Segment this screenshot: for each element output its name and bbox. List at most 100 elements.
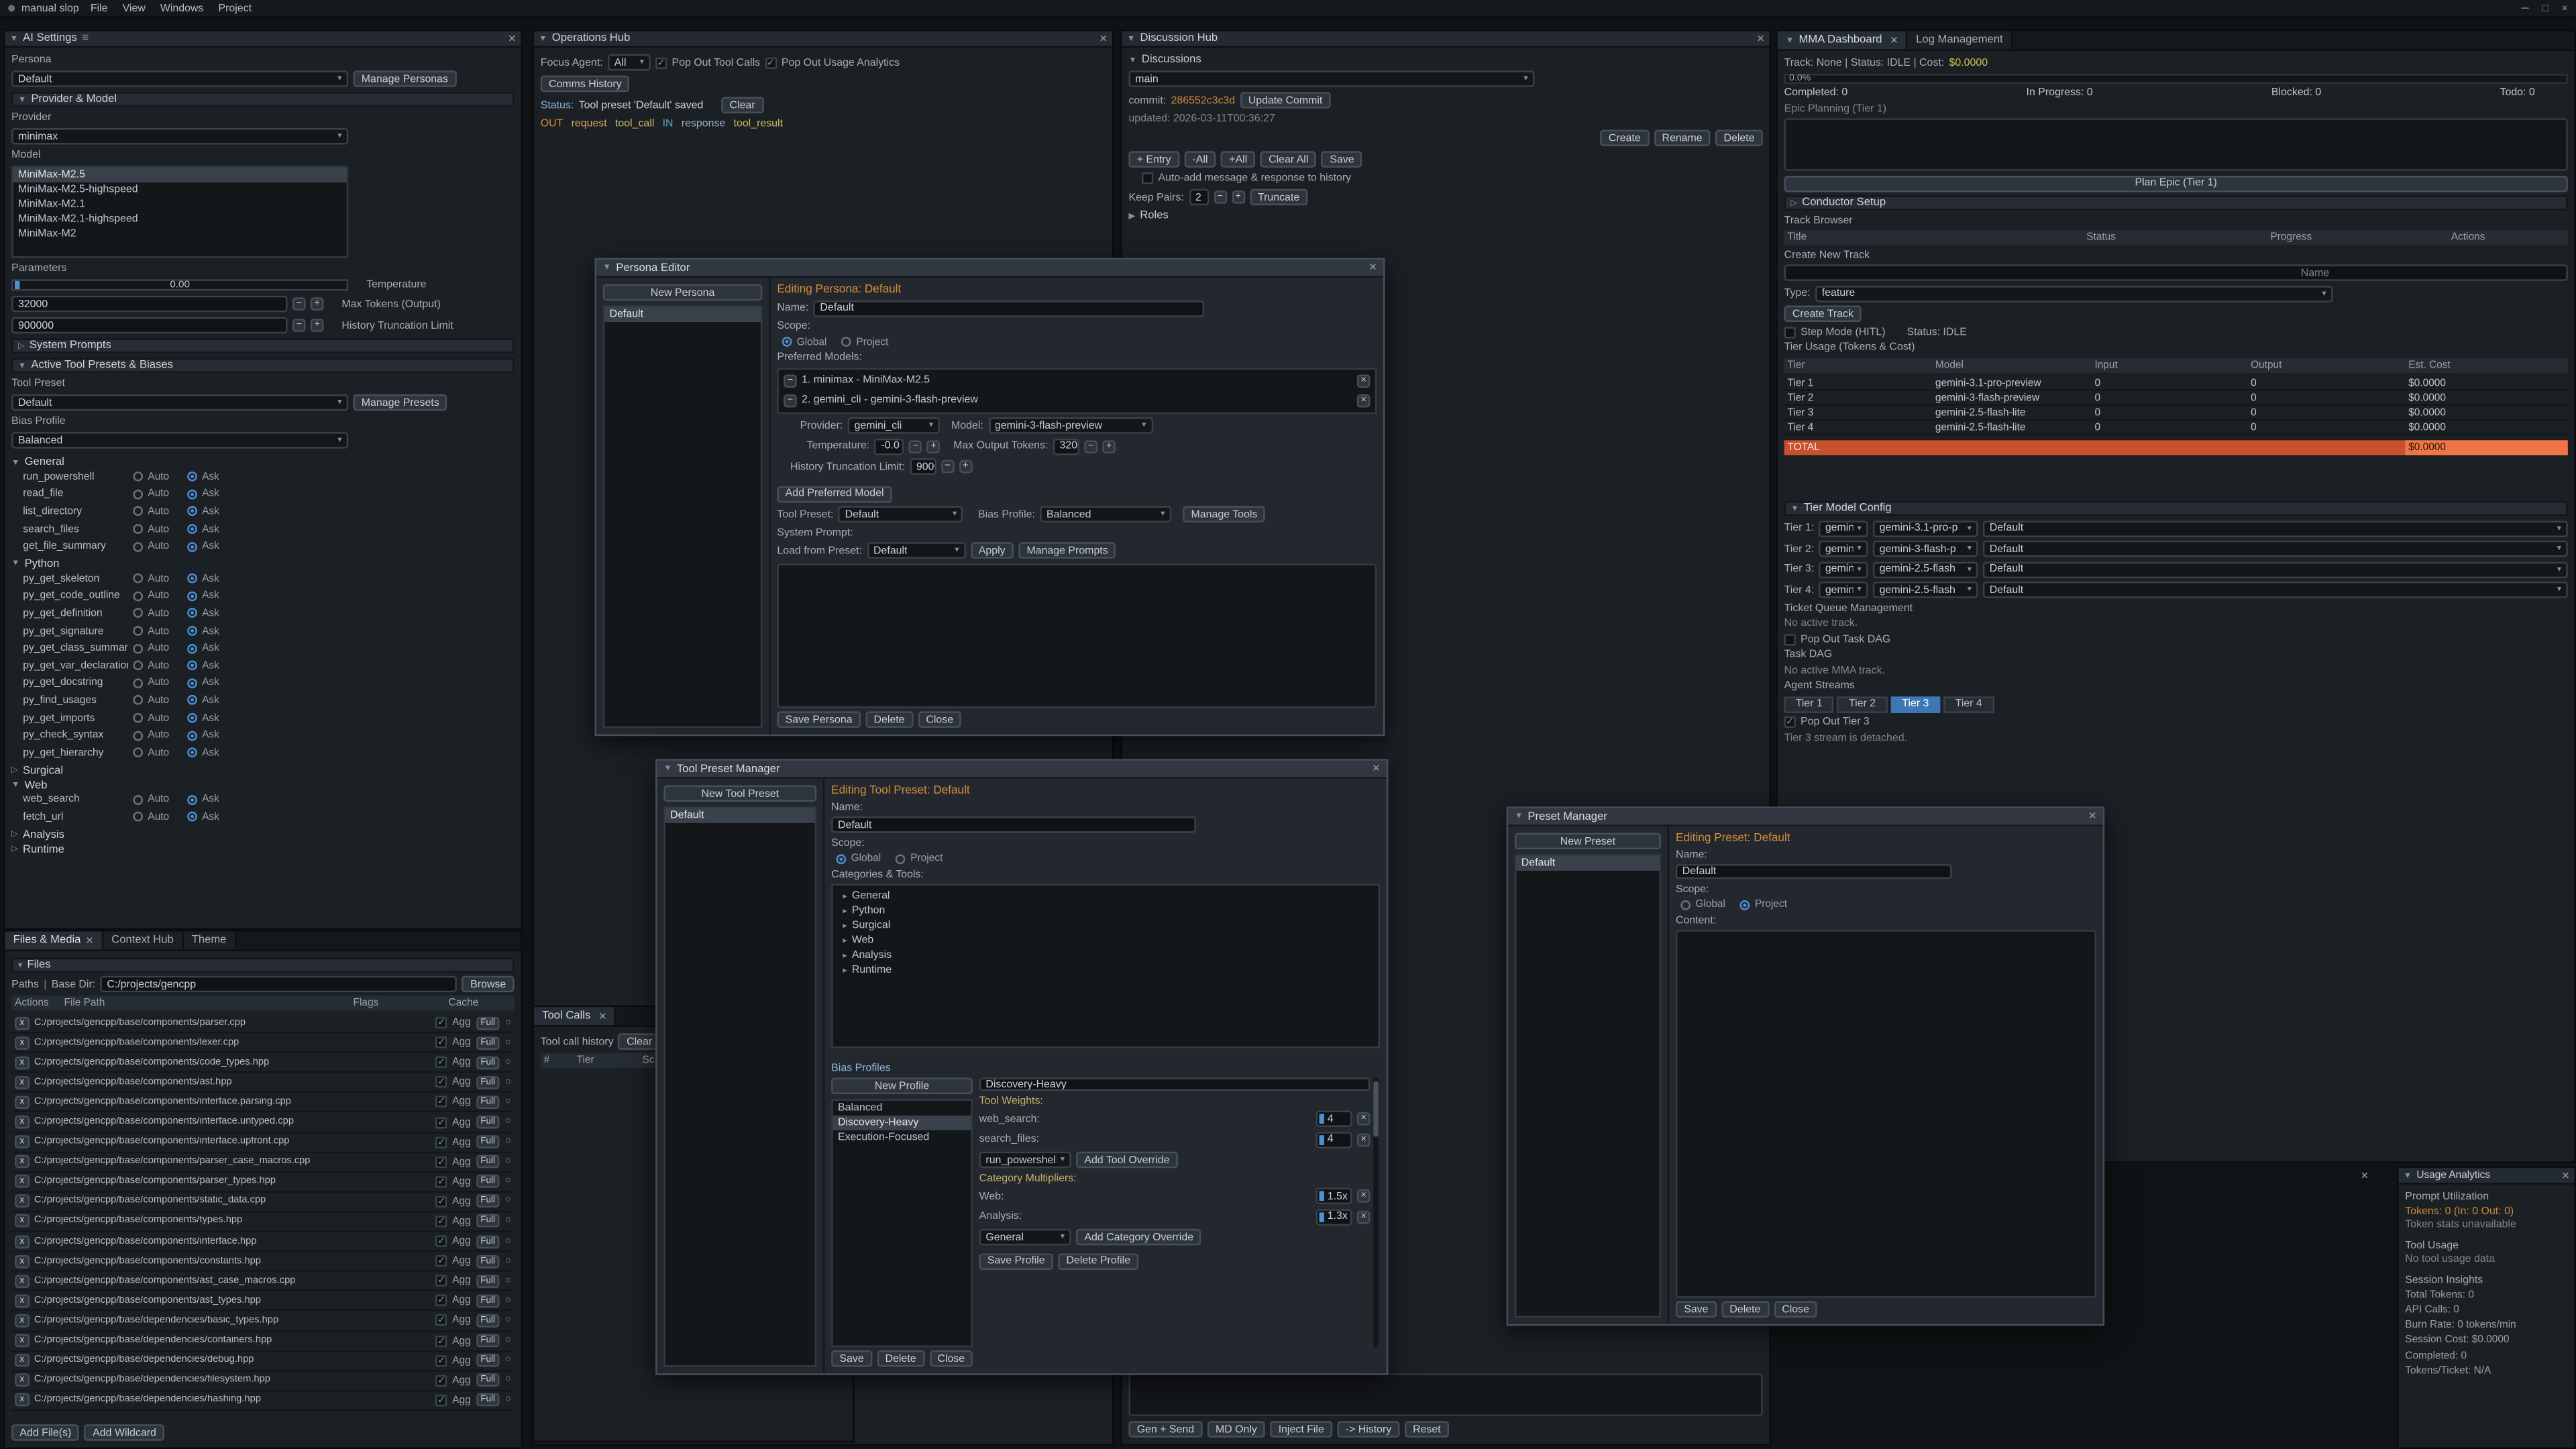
manage-personas-button[interactable]: Manage Personas xyxy=(354,70,457,87)
remove-file-button[interactable]: x xyxy=(15,1334,29,1348)
full-button[interactable]: Full xyxy=(476,1095,500,1109)
epic-planning-input[interactable] xyxy=(1784,118,2568,170)
remove-file-button[interactable]: x xyxy=(15,1254,29,1268)
delete-tool-preset-button[interactable]: Delete xyxy=(877,1350,924,1366)
auto-radio[interactable] xyxy=(133,643,143,653)
preset-name-input[interactable]: Default xyxy=(1676,864,1951,879)
menu-windows[interactable]: Windows xyxy=(156,3,209,14)
dialog-header[interactable]: ▼ Tool Preset Manager × xyxy=(657,761,1387,779)
full-button[interactable]: Full xyxy=(476,1116,500,1129)
persona-name-input[interactable]: Default xyxy=(814,300,1205,316)
tier-preset-select[interactable]: Default▾ xyxy=(1983,541,2568,557)
new-preset-button[interactable]: New Preset xyxy=(1515,833,1661,849)
tool-group-general[interactable]: ▼General xyxy=(11,457,514,468)
category-web[interactable]: ▸Web xyxy=(837,933,1375,948)
increment-button[interactable]: + xyxy=(1232,191,1245,204)
save-persona-button[interactable]: Save Persona xyxy=(777,711,861,727)
auto-radio[interactable] xyxy=(133,696,143,706)
ask-radio[interactable] xyxy=(187,643,197,653)
tab-log-management[interactable]: Log Management xyxy=(1908,32,2013,50)
pop-out-usage-checkbox[interactable]: ✓ xyxy=(765,56,776,68)
discussions-section[interactable]: ▼Discussions xyxy=(1128,54,1762,66)
profile-item[interactable]: Discovery-Heavy xyxy=(833,1116,971,1130)
preset-item[interactable]: Default xyxy=(1516,856,1659,871)
increment-button[interactable]: + xyxy=(311,319,324,332)
remove-file-button[interactable]: x xyxy=(15,1155,29,1169)
max-tokens-input[interactable]: 32000 xyxy=(11,296,287,312)
ask-radio[interactable] xyxy=(187,678,197,688)
ask-radio[interactable] xyxy=(187,574,197,584)
auto-radio[interactable] xyxy=(133,748,143,758)
profile-item[interactable]: Balanced xyxy=(833,1101,971,1116)
update-commit-button[interactable]: Update Commit xyxy=(1240,92,1330,108)
category-analysis[interactable]: ▸Analysis xyxy=(837,948,1375,963)
auto-radio[interactable] xyxy=(133,812,143,822)
entry-button-save[interactable]: Save xyxy=(1322,151,1362,167)
save-profile-button[interactable]: Save Profile xyxy=(979,1252,1053,1269)
entry-button--entry[interactable]: + Entry xyxy=(1128,151,1179,167)
provider-model-section[interactable]: ▼Provider & Model xyxy=(11,92,514,107)
full-button[interactable]: Full xyxy=(476,1334,500,1348)
preset-content-input[interactable] xyxy=(1676,930,2096,1297)
full-button[interactable]: Full xyxy=(476,1235,500,1248)
persona-item[interactable]: Default xyxy=(604,307,761,322)
agg-checkbox[interactable]: ✓ xyxy=(436,1116,447,1128)
save-tool-preset-button[interactable]: Save xyxy=(831,1350,872,1366)
ask-radio[interactable] xyxy=(187,472,197,482)
full-button[interactable]: Full xyxy=(476,1275,500,1288)
keep-pairs-input[interactable]: 2 xyxy=(1189,189,1208,205)
ask-radio[interactable] xyxy=(187,696,197,706)
full-button[interactable]: Full xyxy=(476,1155,500,1169)
close-icon[interactable]: × xyxy=(2562,1169,2569,1182)
agg-checkbox[interactable]: ✓ xyxy=(436,1375,447,1386)
close-button[interactable]: Close xyxy=(929,1350,973,1366)
remove-file-button[interactable]: x xyxy=(15,1294,29,1307)
clear-status-button[interactable]: Clear xyxy=(721,97,763,113)
menu-view[interactable]: View xyxy=(117,3,150,14)
agg-checkbox[interactable]: ✓ xyxy=(436,1176,447,1187)
auto-radio[interactable] xyxy=(133,626,143,636)
auto-radio[interactable] xyxy=(133,506,143,517)
tier-model-select[interactable]: gemini-3-flash-p▾ xyxy=(1873,541,1978,557)
entry-button--all[interactable]: -All xyxy=(1184,151,1216,167)
auto-radio[interactable] xyxy=(133,713,143,723)
remove-icon[interactable]: × xyxy=(1357,1133,1371,1146)
agg-checkbox[interactable]: ✓ xyxy=(436,1057,447,1068)
close-icon[interactable]: × xyxy=(508,32,516,46)
delete-button[interactable]: Delete xyxy=(1715,129,1763,146)
tier-preset-select[interactable]: Default▾ xyxy=(1983,561,2568,577)
model-option[interactable]: MiniMax-M2.5 xyxy=(13,168,347,182)
add-tool-override-button[interactable]: Add Tool Override xyxy=(1076,1152,1178,1168)
entry-button-clear-all[interactable]: Clear All xyxy=(1260,151,1317,167)
tier-model-select[interactable]: gemini-2.5-flash▾ xyxy=(1873,582,1978,598)
category-general[interactable]: ▸General xyxy=(837,889,1375,904)
close-button[interactable]: Close xyxy=(1774,1301,1817,1318)
maximize-icon[interactable]: □ xyxy=(2542,3,2548,14)
decrement-button[interactable]: − xyxy=(909,439,922,453)
collapse-icon[interactable]: ▼ xyxy=(10,34,18,44)
ask-radio[interactable] xyxy=(187,541,197,551)
tab-mma-dashboard[interactable]: ▼ MMA Dashboard × xyxy=(1778,32,1908,50)
profile-item[interactable]: Execution-Focused xyxy=(833,1130,971,1145)
files-section[interactable]: ▾Files xyxy=(11,958,514,973)
stream-tab-tier-3[interactable]: Tier 3 xyxy=(1890,696,1940,712)
history-limit-input[interactable]: 900000 xyxy=(11,317,287,333)
close-icon[interactable]: × xyxy=(1099,32,1107,46)
tool-preset-name-input[interactable]: Default xyxy=(831,816,1196,833)
tool-group-analysis[interactable]: ▷Analysis xyxy=(11,829,514,841)
agg-checkbox[interactable]: ✓ xyxy=(436,1037,447,1049)
browse-button[interactable]: Browse xyxy=(462,976,515,992)
agg-checkbox[interactable]: ✓ xyxy=(436,1017,447,1028)
scrollbar-thumb[interactable] xyxy=(1373,1081,1378,1136)
full-button[interactable]: Full xyxy=(476,1215,500,1228)
full-button[interactable]: Full xyxy=(476,1056,500,1069)
composer-button-md-only[interactable]: MD Only xyxy=(1208,1421,1265,1437)
reorder-button[interactable]: − xyxy=(784,394,797,407)
auto-add-checkbox[interactable]: ✓ xyxy=(1142,172,1153,184)
slider-handle[interactable] xyxy=(15,281,19,289)
model-option[interactable]: MiniMax-M2.1 xyxy=(13,197,347,212)
message-composer-input[interactable] xyxy=(1128,1373,1762,1416)
agg-checkbox[interactable]: ✓ xyxy=(436,1236,447,1247)
increment-button[interactable]: + xyxy=(311,297,324,311)
bias-profile-select[interactable]: Balanced▾ xyxy=(11,432,348,448)
